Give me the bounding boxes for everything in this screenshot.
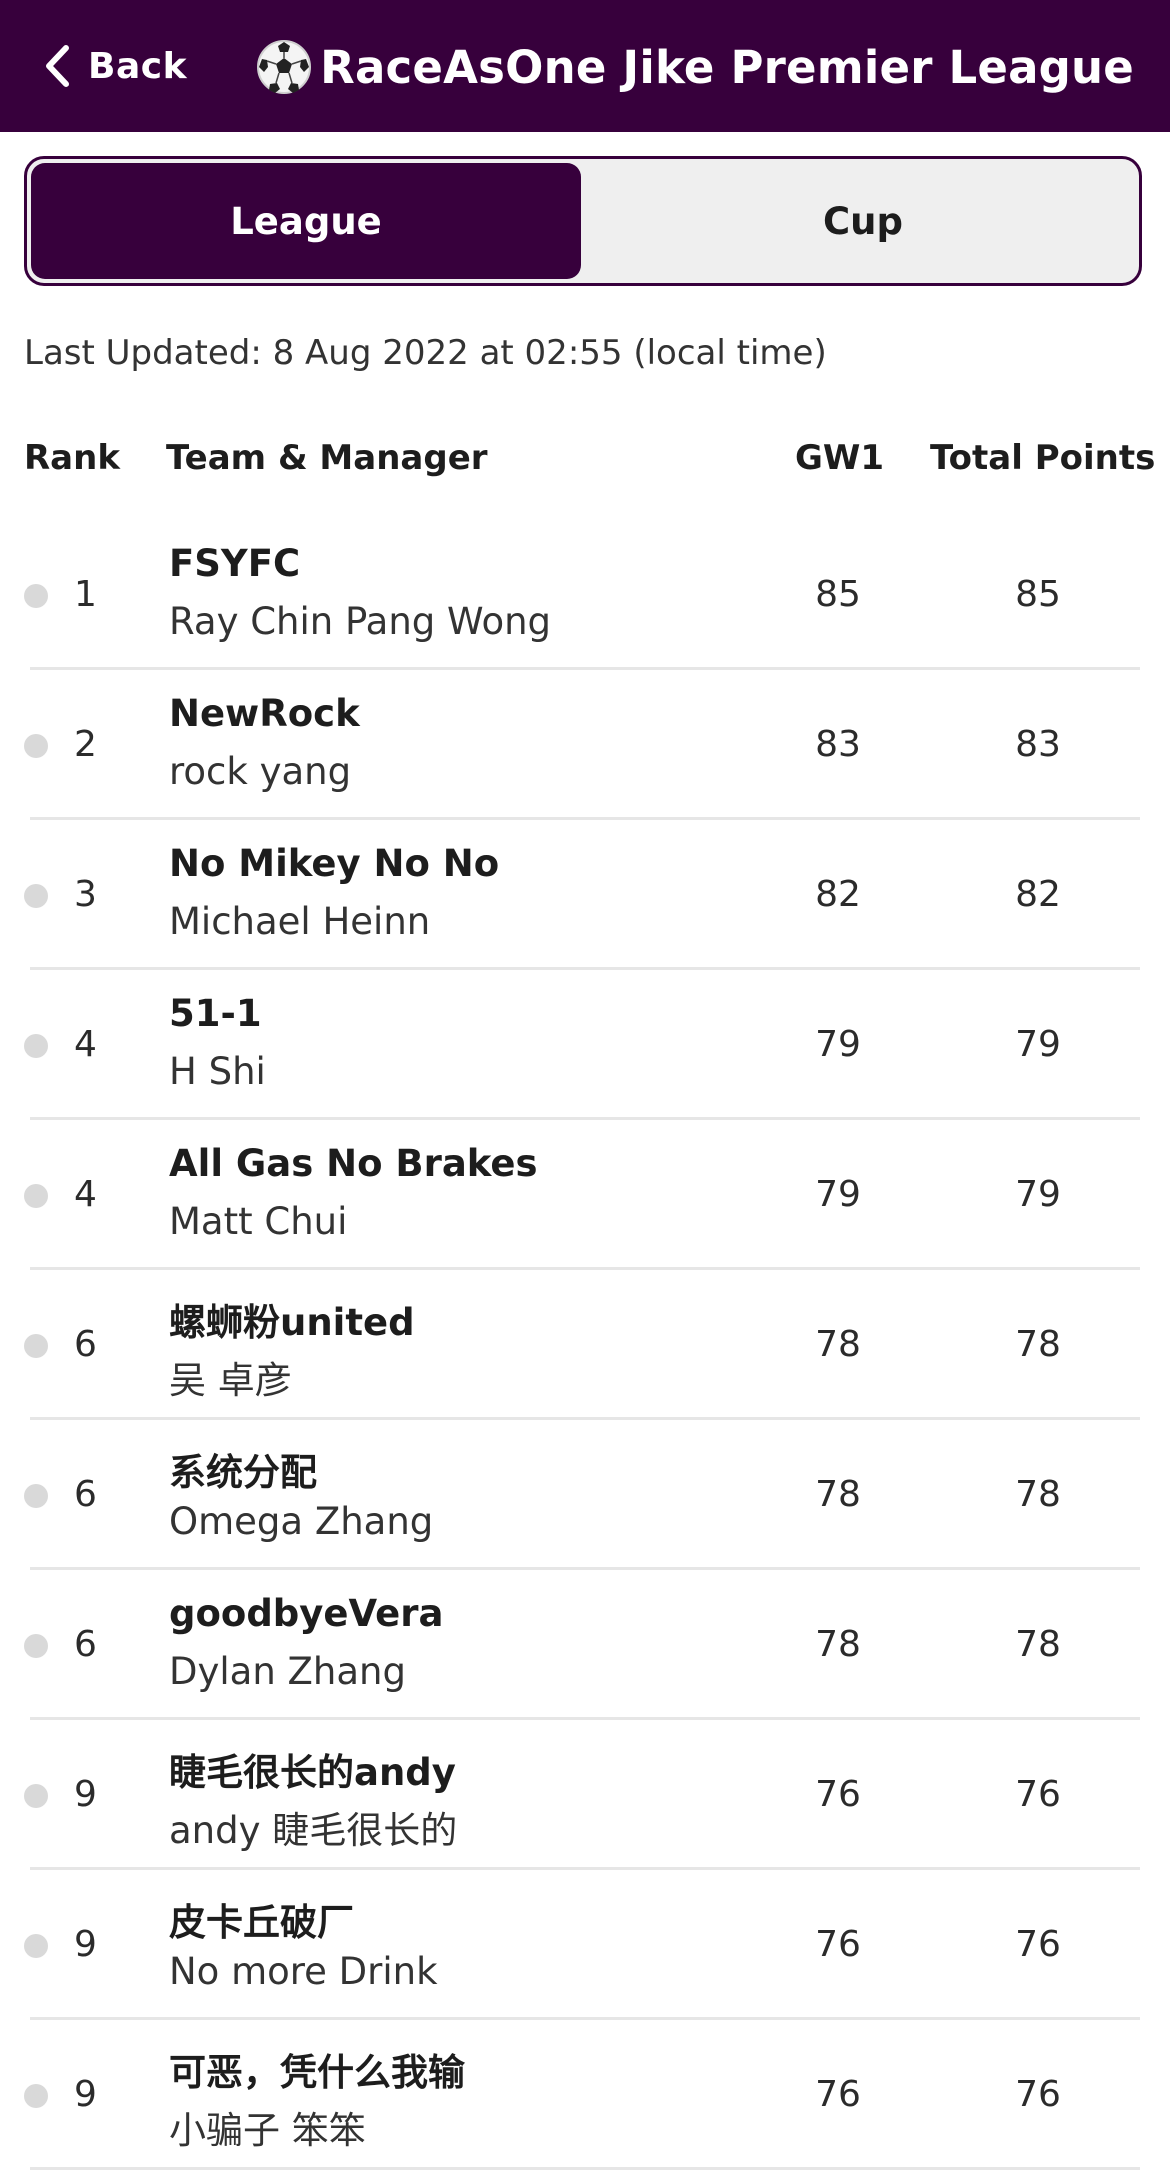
table-row[interactable]: 6 goodbyeVera Dylan Zhang 78 78 (0, 1570, 1170, 1720)
table-row[interactable]: 2 NewRock rock yang 83 83 (0, 670, 1170, 820)
manager-name: Ray Chin Pang Wong (169, 600, 552, 643)
table-row[interactable]: 1 FSYFC Ray Chin Pang Wong 85 85 (0, 520, 1170, 670)
team-name: 螺蛳粉united (169, 1301, 415, 1344)
column-header-gw: GW1 (795, 438, 885, 478)
team-name: 系统分配 (169, 1451, 317, 1494)
table-row[interactable]: 6 系统分配 Omega Zhang 78 78 (0, 1420, 1170, 1570)
table-row[interactable]: 4 51-1 H Shi 79 79 (0, 970, 1170, 1120)
team-name: goodbyeVera (169, 1592, 444, 1635)
total-points: 83 (1015, 724, 1061, 765)
rank-value: 9 (74, 1774, 97, 1815)
gw-points: 78 (815, 1624, 861, 1665)
table-row[interactable]: 9 可恶，凭什么我输 小骗子 笨笨 76 76 (0, 2020, 1170, 2170)
team-name: FSYFC (169, 542, 301, 585)
rank-value: 6 (74, 1474, 97, 1515)
gw-points: 79 (815, 1174, 861, 1215)
team-name: NewRock (169, 692, 360, 735)
manager-name: rock yang (169, 750, 352, 793)
chevron-left-icon (46, 45, 69, 87)
total-points: 79 (1015, 1174, 1061, 1215)
standings-list: 1 FSYFC Ray Chin Pang Wong 85 85 2 NewRo… (0, 520, 1170, 2170)
gw-points: 78 (815, 1324, 861, 1365)
total-points: 78 (1015, 1624, 1061, 1665)
team-name: 可恶，凭什么我输 (169, 2051, 465, 2094)
team-name: All Gas No Brakes (169, 1142, 538, 1185)
rank-movement-dot (24, 1784, 48, 1808)
team-name: 睫毛很长的andy (169, 1751, 456, 1794)
gw-points: 82 (815, 874, 861, 915)
gw-points: 85 (815, 574, 861, 615)
rank-movement-dot (24, 884, 48, 908)
rank-value: 6 (74, 1624, 97, 1665)
rank-value: 1 (74, 574, 97, 615)
rank-movement-dot (24, 584, 48, 608)
tab-league[interactable]: League (31, 163, 581, 279)
total-points: 76 (1015, 1774, 1061, 1815)
rank-value: 4 (74, 1174, 97, 1215)
table-row[interactable]: 9 皮卡丘破厂 No more Drink 76 76 (0, 1870, 1170, 2020)
table-row[interactable]: 4 All Gas No Brakes Matt Chui 79 79 (0, 1120, 1170, 1270)
total-points: 76 (1015, 2074, 1061, 2115)
column-header-team: Team & Manager (166, 438, 488, 478)
total-points: 82 (1015, 874, 1061, 915)
manager-name: andy 睫毛很长的 (169, 1809, 458, 1852)
manager-name: Dylan Zhang (169, 1650, 406, 1693)
page-title: RaceAsOne Jike Premier League (320, 40, 1134, 94)
table-row[interactable]: 3 No Mikey No No Michael Heinn 82 82 (0, 820, 1170, 970)
column-header-rank: Rank (24, 438, 120, 478)
column-header-total: Total Points (930, 438, 1156, 478)
rank-value: 9 (74, 1924, 97, 1965)
rank-movement-dot (24, 1184, 48, 1208)
table-row[interactable]: 9 睫毛很长的andy andy 睫毛很长的 76 76 (0, 1720, 1170, 1870)
total-points: 78 (1015, 1324, 1061, 1365)
team-name: 51-1 (169, 992, 262, 1035)
rank-movement-dot (24, 1034, 48, 1058)
back-button[interactable]: Back (44, 36, 187, 96)
rank-movement-dot (24, 734, 48, 758)
back-label: Back (88, 45, 188, 87)
league-cup-toggle: League Cup (24, 156, 1142, 286)
gw-points: 79 (815, 1024, 861, 1065)
gw-points: 76 (815, 1774, 861, 1815)
total-points: 76 (1015, 1924, 1061, 1965)
table-row[interactable]: 6 螺蛳粉united 吴 卓彦 78 78 (0, 1270, 1170, 1420)
rank-value: 2 (74, 724, 97, 765)
gw-points: 83 (815, 724, 861, 765)
rank-value: 3 (74, 874, 97, 915)
manager-name: Matt Chui (169, 1200, 348, 1243)
manager-name: H Shi (169, 1050, 266, 1093)
rank-movement-dot (24, 1334, 48, 1358)
team-name: No Mikey No No (169, 842, 500, 885)
manager-name: 吴 卓彦 (169, 1359, 292, 1402)
rank-movement-dot (24, 2084, 48, 2108)
gw-points: 76 (815, 2074, 861, 2115)
gw-points: 78 (815, 1474, 861, 1515)
app-header: Back RaceAsOne Jike Premier League (0, 0, 1170, 132)
soccer-ball-icon (257, 40, 312, 94)
rank-movement-dot (24, 1484, 48, 1508)
gw-points: 76 (815, 1924, 861, 1965)
manager-name: Michael Heinn (169, 900, 431, 943)
rank-movement-dot (24, 1934, 48, 1958)
rank-value: 4 (74, 1024, 97, 1065)
total-points: 78 (1015, 1474, 1061, 1515)
page-title-wrap: RaceAsOne Jike Premier League (256, 32, 1134, 102)
team-name: 皮卡丘破厂 (169, 1901, 354, 1944)
rank-movement-dot (24, 1634, 48, 1658)
manager-name: 小骗子 笨笨 (169, 2109, 366, 2152)
manager-name: No more Drink (169, 1950, 438, 1993)
total-points: 85 (1015, 574, 1061, 615)
rank-value: 6 (74, 1324, 97, 1365)
manager-name: Omega Zhang (169, 1500, 434, 1543)
total-points: 79 (1015, 1024, 1061, 1065)
rank-value: 9 (74, 2074, 97, 2115)
tab-cup[interactable]: Cup (585, 159, 1139, 283)
last-updated-text: Last Updated: 8 Aug 2022 at 02:55 (local… (24, 333, 827, 373)
